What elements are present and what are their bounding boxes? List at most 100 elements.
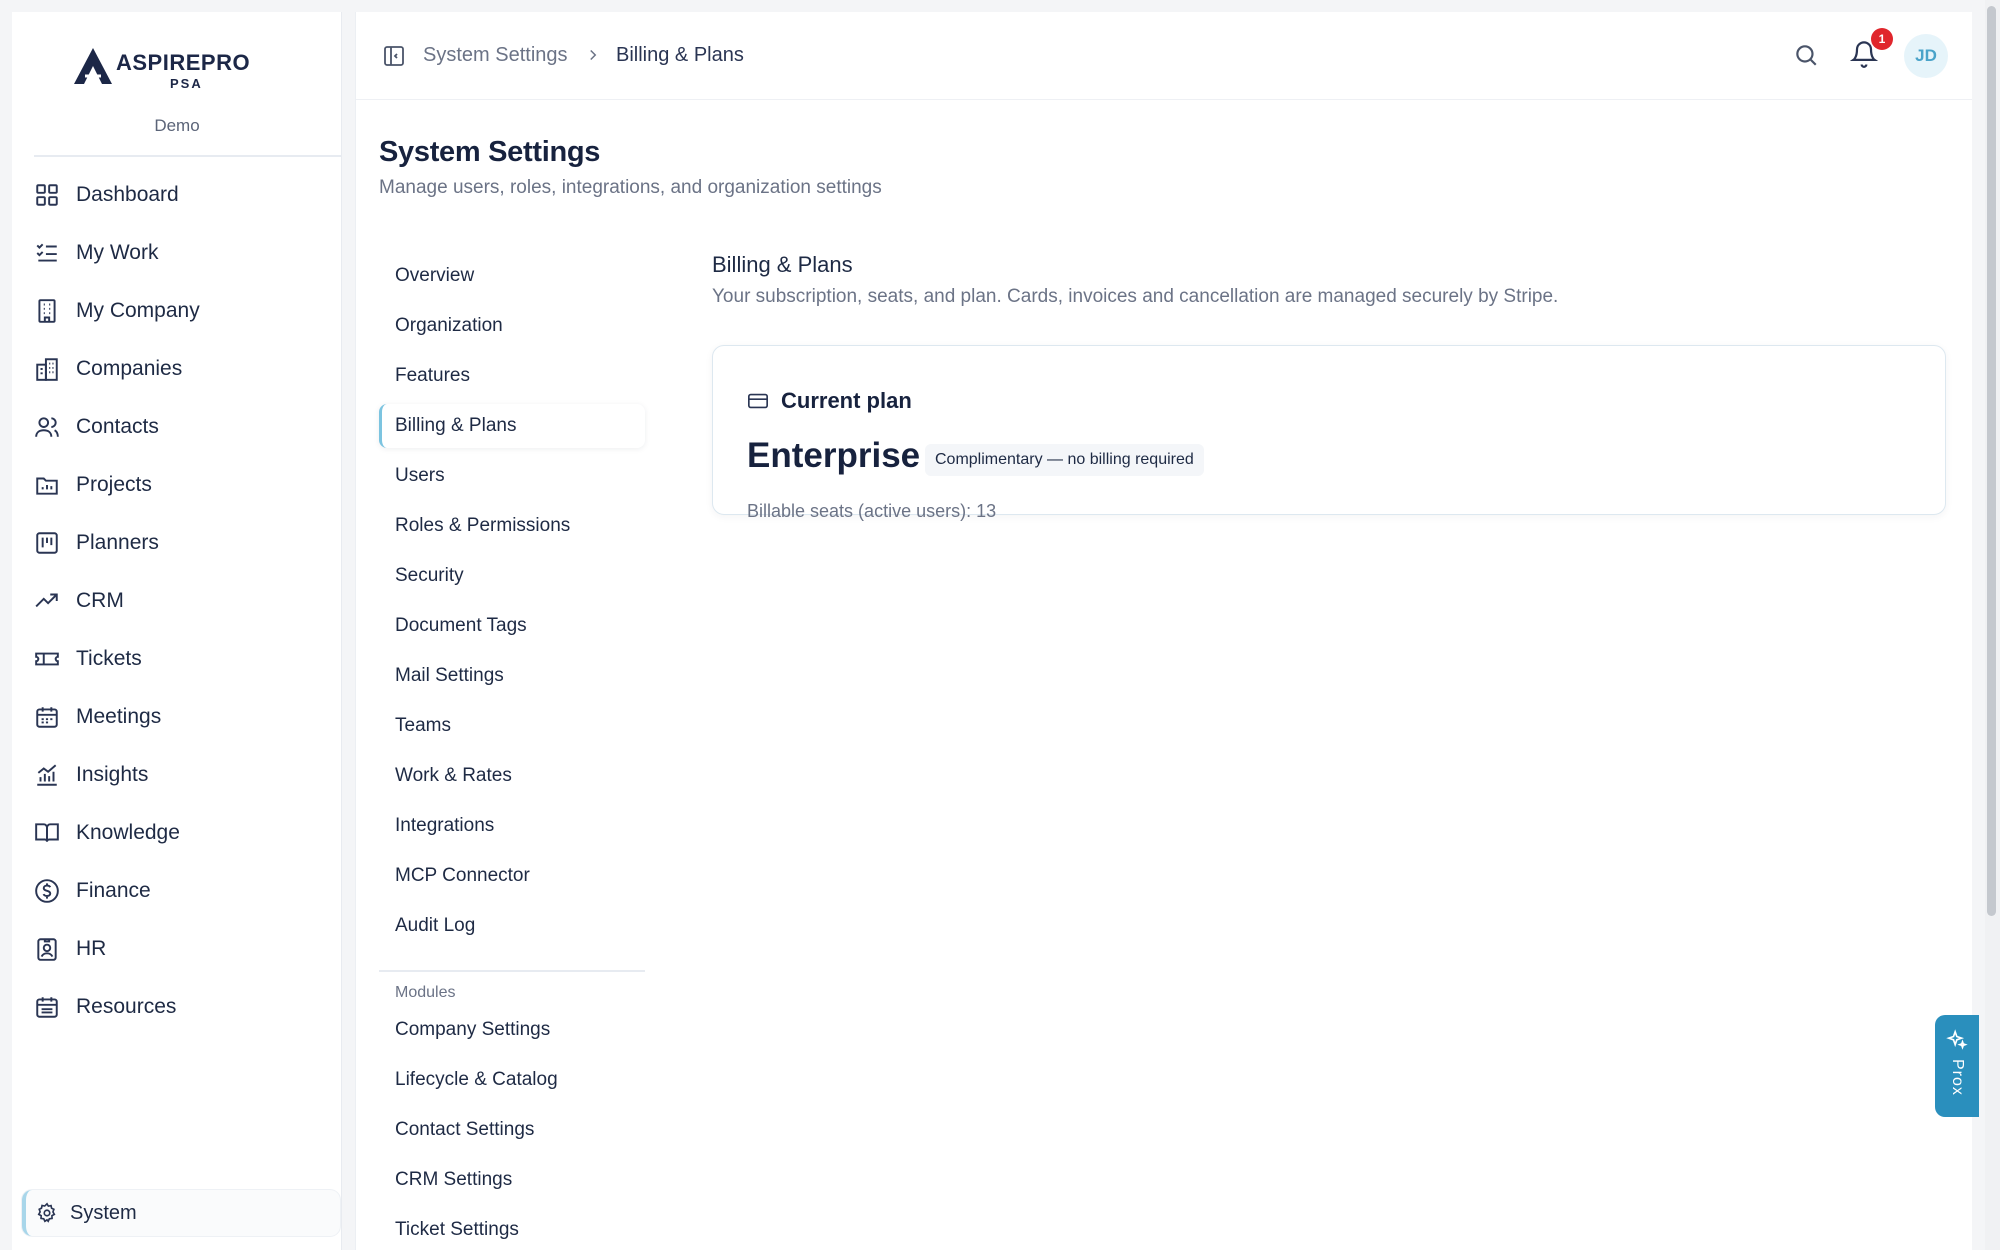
- settings-nav-work-rates[interactable]: Work & Rates: [379, 754, 645, 798]
- sidebar-item-label: Contacts: [76, 415, 159, 438]
- plan-name: Enterprise: [747, 436, 921, 475]
- sidebar-item-label: Insights: [76, 763, 149, 786]
- settings-nav-mcp-connector[interactable]: MCP Connector: [379, 854, 645, 898]
- sidebar-item-projects[interactable]: Projects: [30, 461, 330, 509]
- section-subtitle: Your subscription, seats, and plan. Card…: [712, 286, 1559, 307]
- sparkle-icon: [1946, 1029, 1968, 1050]
- id-badge-icon: [37, 938, 57, 961]
- calendar-list-icon: [36, 997, 58, 1018]
- sidebar-item-planners[interactable]: Planners: [30, 519, 330, 567]
- sidebar-item-label: Finance: [76, 879, 151, 902]
- sidebar-item-meetings[interactable]: Meetings: [30, 693, 330, 741]
- sidebar-item-label: Companies: [76, 357, 183, 380]
- sidebar-toggle-button[interactable]: [382, 44, 406, 68]
- credit-card-icon: [747, 390, 769, 412]
- sidebar-item-label: HR: [76, 937, 107, 960]
- settings-nav-company-settings[interactable]: Company Settings: [379, 1008, 645, 1052]
- dollar-circle-icon: [35, 879, 59, 903]
- workspace-label: Demo: [154, 116, 200, 135]
- settings-nav-organization[interactable]: Organization: [379, 304, 645, 348]
- sidebar-item-hr[interactable]: HR: [30, 925, 330, 973]
- settings-nav-overview[interactable]: Overview: [379, 254, 645, 298]
- sidebar-item-label: Projects: [76, 473, 152, 496]
- settings-nav-users[interactable]: Users: [379, 454, 645, 498]
- sidebar-item-label: CRM: [76, 589, 124, 612]
- ticket-icon: [35, 652, 59, 666]
- sidebar-item-companies[interactable]: Companies: [30, 345, 330, 393]
- settings-nav-document-tags[interactable]: Document Tags: [379, 604, 645, 648]
- settings-nav-teams[interactable]: Teams: [379, 704, 645, 748]
- logo-mark-icon: [74, 48, 112, 84]
- sidebar-item-knowledge[interactable]: Knowledge: [30, 809, 330, 857]
- sidebar-item-resources[interactable]: Resources: [30, 983, 330, 1031]
- settings-nav-audit-log[interactable]: Audit Log: [379, 904, 645, 948]
- sidebar-divider: [34, 155, 341, 157]
- sidebar-item-label: Resources: [76, 995, 177, 1018]
- panel-left-icon: [384, 46, 404, 66]
- assistant-tab-label: Prox: [1949, 1059, 1966, 1096]
- settings-nav-security[interactable]: Security: [379, 554, 645, 598]
- sidebar-item-my-work[interactable]: My Work: [30, 229, 330, 277]
- scrollbar-thumb[interactable]: [1987, 6, 1996, 916]
- sidebar-item-dashboard[interactable]: Dashboard: [30, 171, 330, 219]
- buildings-icon: [36, 358, 58, 381]
- sidebar-item-label: Dashboard: [76, 183, 179, 206]
- settings-nav-mail-settings[interactable]: Mail Settings: [379, 654, 645, 698]
- sidebar-item-contacts[interactable]: Contacts: [30, 403, 330, 451]
- sidebar-item-tickets[interactable]: Tickets: [30, 635, 330, 683]
- sidebar-item-insights[interactable]: Insights: [30, 751, 330, 799]
- sidebar-item-system[interactable]: System: [22, 1190, 340, 1236]
- sidebar-item-label: My Work: [76, 241, 159, 264]
- notification-count-badge: 1: [1871, 28, 1893, 50]
- settings-nav-crm-settings[interactable]: CRM Settings: [379, 1158, 645, 1202]
- billable-seats-text: Billable seats (active users): 13: [747, 501, 997, 521]
- gear-icon: [37, 1202, 56, 1223]
- building-icon: [38, 299, 56, 323]
- trending-up-icon: [35, 593, 58, 608]
- logo-text: ASPIREPRO: [116, 50, 251, 75]
- users-icon: [35, 417, 59, 437]
- sidebar-item-my-company[interactable]: My Company: [30, 287, 330, 335]
- breadcrumb-parent[interactable]: System Settings: [423, 44, 568, 67]
- sidebar-item-label: System: [70, 1201, 137, 1224]
- section-title: Billing & Plans: [712, 252, 853, 277]
- list-checks-icon: [36, 243, 57, 262]
- sidebar-item-label: Meetings: [76, 705, 162, 728]
- sidebar-item-label: Tickets: [76, 647, 142, 670]
- topbar: System Settings Billing & Plans 1 JD: [356, 12, 1972, 100]
- page-scrollbar[interactable]: [1985, 0, 2000, 1250]
- sidebar-item-finance[interactable]: Finance: [30, 867, 330, 915]
- settings-nav-integrations[interactable]: Integrations: [379, 804, 645, 848]
- settings-nav-lifecycle-catalog[interactable]: Lifecycle & Catalog: [379, 1058, 645, 1102]
- settings-nav-billing-plans[interactable]: Billing & Plans: [379, 404, 645, 448]
- sidebar-item-label: My Company: [76, 299, 200, 322]
- logo[interactable]: ASPIREPRO PSA: [72, 36, 272, 96]
- breadcrumb-current: Billing & Plans: [616, 44, 744, 66]
- avatar[interactable]: JD: [1904, 34, 1948, 78]
- search-icon: [1796, 45, 1817, 66]
- assistant-tab-button[interactable]: Prox: [1935, 1015, 1979, 1117]
- search-button[interactable]: [1793, 42, 1823, 72]
- settings-nav-contact-settings[interactable]: Contact Settings: [379, 1108, 645, 1152]
- settings-nav-features[interactable]: Features: [379, 354, 645, 398]
- sidebar-item-label: Knowledge: [76, 821, 180, 844]
- book-open-icon: [35, 823, 59, 842]
- folder-chart-icon: [36, 477, 58, 495]
- logo-subtext: PSA: [170, 76, 203, 91]
- settings-nav-ticket-settings[interactable]: Ticket Settings: [379, 1208, 645, 1250]
- settings-nav-divider: [379, 970, 645, 972]
- sidebar: ASPIREPRO PSA Demo Dashboard My Work My …: [12, 12, 342, 1250]
- current-plan-card: Current plan Enterprise Complimentary — …: [712, 345, 1946, 521]
- plan-status-badge: Complimentary — no billing required: [925, 444, 1204, 476]
- modules-heading: Modules: [395, 984, 456, 1001]
- sidebar-item-crm[interactable]: CRM: [30, 577, 330, 625]
- sidebar-item-label: Planners: [76, 531, 159, 554]
- page-title: System Settings: [379, 136, 601, 168]
- kanban-icon: [36, 532, 58, 554]
- page-subtitle: Manage users, roles, integrations, and o…: [379, 177, 882, 198]
- settings-nav-roles-permissions[interactable]: Roles & Permissions: [379, 504, 645, 548]
- chevron-right-icon: [584, 46, 602, 64]
- grid-icon: [36, 184, 58, 206]
- calendar-icon: [36, 707, 58, 728]
- card-title: Current plan: [781, 388, 912, 413]
